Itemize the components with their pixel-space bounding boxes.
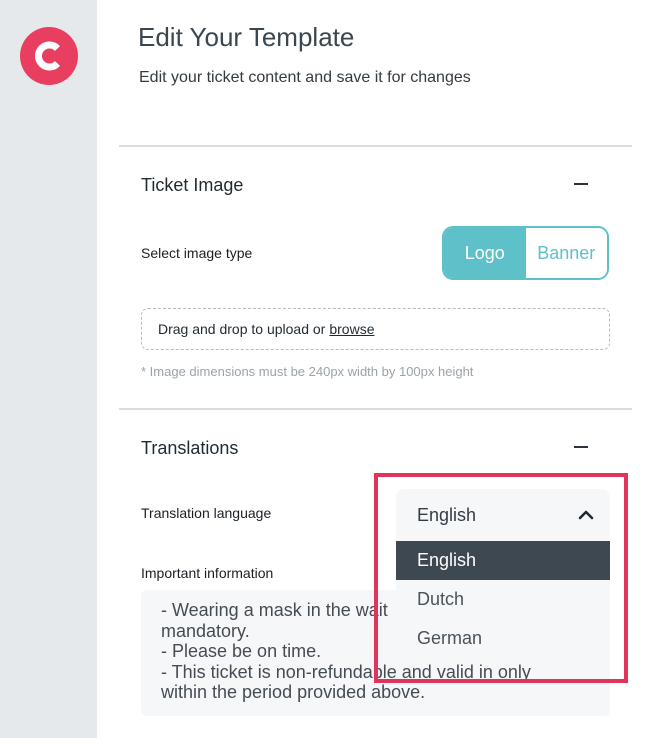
selected-language-value: English (417, 504, 477, 525)
collapse-translations-button[interactable] (572, 438, 590, 456)
section-title-translations: Translations (141, 438, 239, 458)
chevron-up-icon (578, 510, 594, 520)
image-dropzone[interactable]: Drag and drop to upload or browse (141, 308, 610, 350)
language-dropdown-menu: English Dutch German (396, 541, 610, 658)
language-option-english[interactable]: English (396, 541, 610, 580)
page-subtitle: Edit your ticket content and save it for… (139, 69, 471, 86)
important-information-label: Important information (141, 565, 274, 581)
c-letter-icon (34, 41, 61, 71)
section-divider (119, 408, 632, 410)
brand-logo-icon[interactable] (20, 27, 78, 85)
translation-language-select[interactable]: English (396, 489, 610, 541)
image-type-label: Select image type (141, 245, 253, 261)
page-title: Edit Your Template (138, 22, 355, 52)
language-option-dutch[interactable]: Dutch (396, 580, 610, 619)
minus-icon (574, 446, 588, 448)
image-type-logo-option[interactable]: Logo (444, 228, 526, 278)
translation-language-label: Translation language (141, 505, 272, 521)
image-type-toggle: Logo Banner (442, 226, 609, 280)
section-title-ticket-image: Ticket Image (141, 175, 244, 195)
image-dimension-hint: * Image dimensions must be 240px width b… (141, 364, 474, 379)
section-divider (119, 145, 632, 147)
textarea-line: - This ticket is non-refundable and vali… (161, 661, 531, 682)
dropzone-text: Drag and drop to upload or (158, 321, 326, 337)
browse-link[interactable]: browse (329, 321, 374, 337)
language-option-german[interactable]: German (396, 619, 610, 658)
collapse-ticket-image-button[interactable] (572, 175, 590, 193)
image-type-banner-option[interactable]: Banner (525, 228, 607, 278)
minus-icon (574, 183, 588, 185)
sidebar (0, 0, 97, 738)
textarea-line: within the period provided above. (161, 682, 426, 702)
